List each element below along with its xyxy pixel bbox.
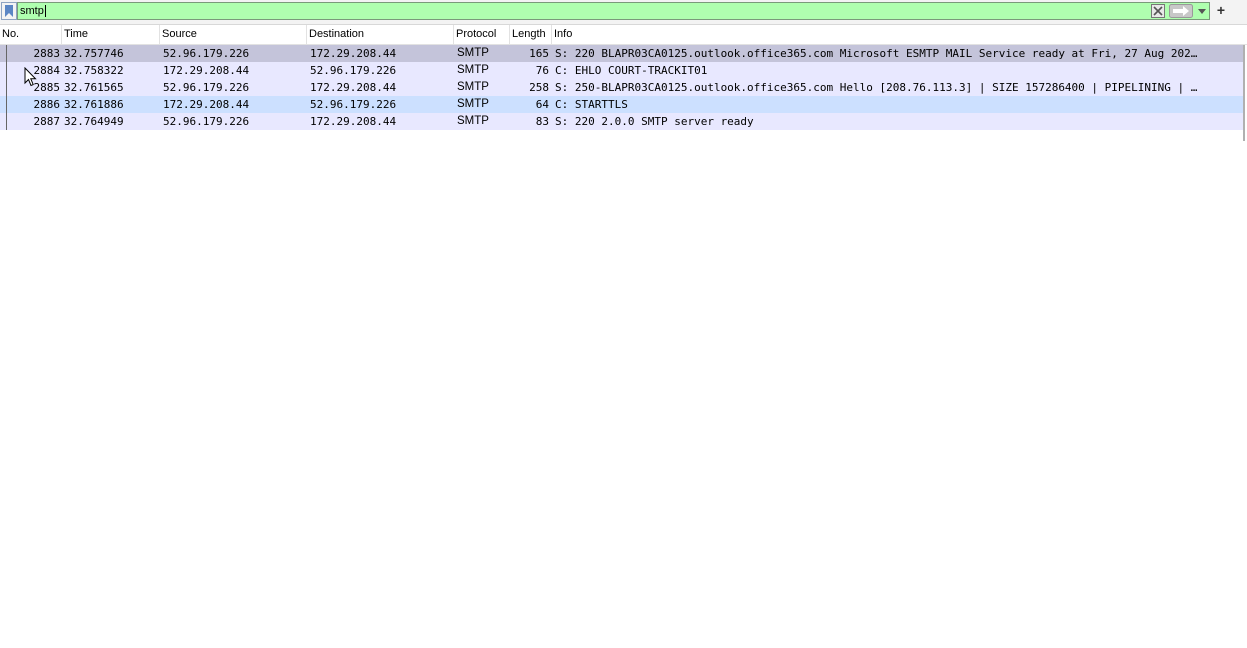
column-header-no[interactable]: No. <box>0 25 62 44</box>
packet-row[interactable]: 2883 32.757746 52.96.179.226 172.29.208.… <box>0 45 1243 62</box>
packet-rows: 2883 32.757746 52.96.179.226 172.29.208.… <box>0 45 1243 130</box>
text-caret <box>45 5 46 17</box>
packet-list-header: No. Time Source Destination Protocol Len… <box>0 25 1247 45</box>
mouse-pointer-icon <box>24 67 37 87</box>
cell-destination: 172.29.208.44 <box>310 47 397 60</box>
cell-source: 52.96.179.226 <box>163 115 250 128</box>
add-filter-button[interactable]: + <box>1214 3 1228 19</box>
cell-destination: 172.29.208.44 <box>310 81 397 94</box>
cell-time: 32.764949 <box>64 115 124 128</box>
chevron-down-icon[interactable] <box>1196 4 1208 18</box>
column-header-time[interactable]: Time <box>62 25 160 44</box>
cell-protocol: SMTP <box>457 115 489 127</box>
cell-no: 2883 <box>33 47 61 60</box>
wireshark-main: + No. Time Source Destination Protocol L… <box>0 0 1247 648</box>
apply-filter-arrow-icon[interactable] <box>1169 4 1193 18</box>
cell-info: S: 250-BLAPR03CA0125.outlook.office365.c… <box>555 81 1198 94</box>
display-filter-field[interactable] <box>17 2 1210 20</box>
plus-icon: + <box>1216 2 1226 18</box>
cell-time: 32.758322 <box>64 64 124 77</box>
cell-source: 172.29.208.44 <box>163 98 250 111</box>
clear-filter-icon[interactable] <box>1151 4 1165 18</box>
display-filter-toolbar: + <box>0 0 1247 25</box>
packet-row[interactable]: 2887 32.764949 52.96.179.226 172.29.208.… <box>0 113 1243 130</box>
packet-row[interactable]: 2884 32.758322 172.29.208.44 52.96.179.2… <box>0 62 1243 79</box>
cell-time: 32.757746 <box>64 47 124 60</box>
cell-length: 64 <box>535 98 549 111</box>
column-header-destination[interactable]: Destination <box>307 25 454 44</box>
cell-length: 83 <box>535 115 549 128</box>
packet-list[interactable]: No. Time Source Destination Protocol Len… <box>0 25 1247 648</box>
cell-source: 172.29.208.44 <box>163 64 250 77</box>
cell-no: 2887 <box>33 115 61 128</box>
cell-source: 52.96.179.226 <box>163 47 250 60</box>
cell-info: S: 220 2.0.0 SMTP server ready <box>555 115 754 128</box>
cell-length: 165 <box>529 47 549 60</box>
packet-row[interactable]: 2885 32.761565 52.96.179.226 172.29.208.… <box>0 79 1243 96</box>
cell-protocol: SMTP <box>457 47 489 59</box>
cell-destination: 52.96.179.226 <box>310 64 397 77</box>
column-header-protocol[interactable]: Protocol <box>454 25 510 44</box>
cell-info: C: STARTTLS <box>555 98 628 111</box>
cell-time: 32.761565 <box>64 81 124 94</box>
cell-length: 258 <box>529 81 549 94</box>
column-header-length[interactable]: Length <box>510 25 552 44</box>
display-filter-input[interactable] <box>20 4 1140 18</box>
cell-protocol: SMTP <box>457 98 489 110</box>
cell-length: 76 <box>535 64 549 77</box>
packet-row[interactable]: 2886 32.761886 172.29.208.44 52.96.179.2… <box>0 96 1243 113</box>
cell-source: 52.96.179.226 <box>163 81 250 94</box>
cell-protocol: SMTP <box>457 64 489 76</box>
bookmark-icon[interactable] <box>1 2 17 20</box>
column-header-source[interactable]: Source <box>160 25 307 44</box>
cell-time: 32.761886 <box>64 98 124 111</box>
cell-destination: 172.29.208.44 <box>310 115 397 128</box>
scrollbar-edge[interactable] <box>1243 45 1245 141</box>
column-header-info[interactable]: Info <box>552 25 1247 44</box>
cell-info: C: EHLO COURT-TRACKIT01 <box>555 64 708 77</box>
cell-protocol: SMTP <box>457 81 489 93</box>
cell-info: S: 220 BLAPR03CA0125.outlook.office365.c… <box>555 47 1198 60</box>
cell-destination: 52.96.179.226 <box>310 98 397 111</box>
cell-no: 2886 <box>33 98 61 111</box>
